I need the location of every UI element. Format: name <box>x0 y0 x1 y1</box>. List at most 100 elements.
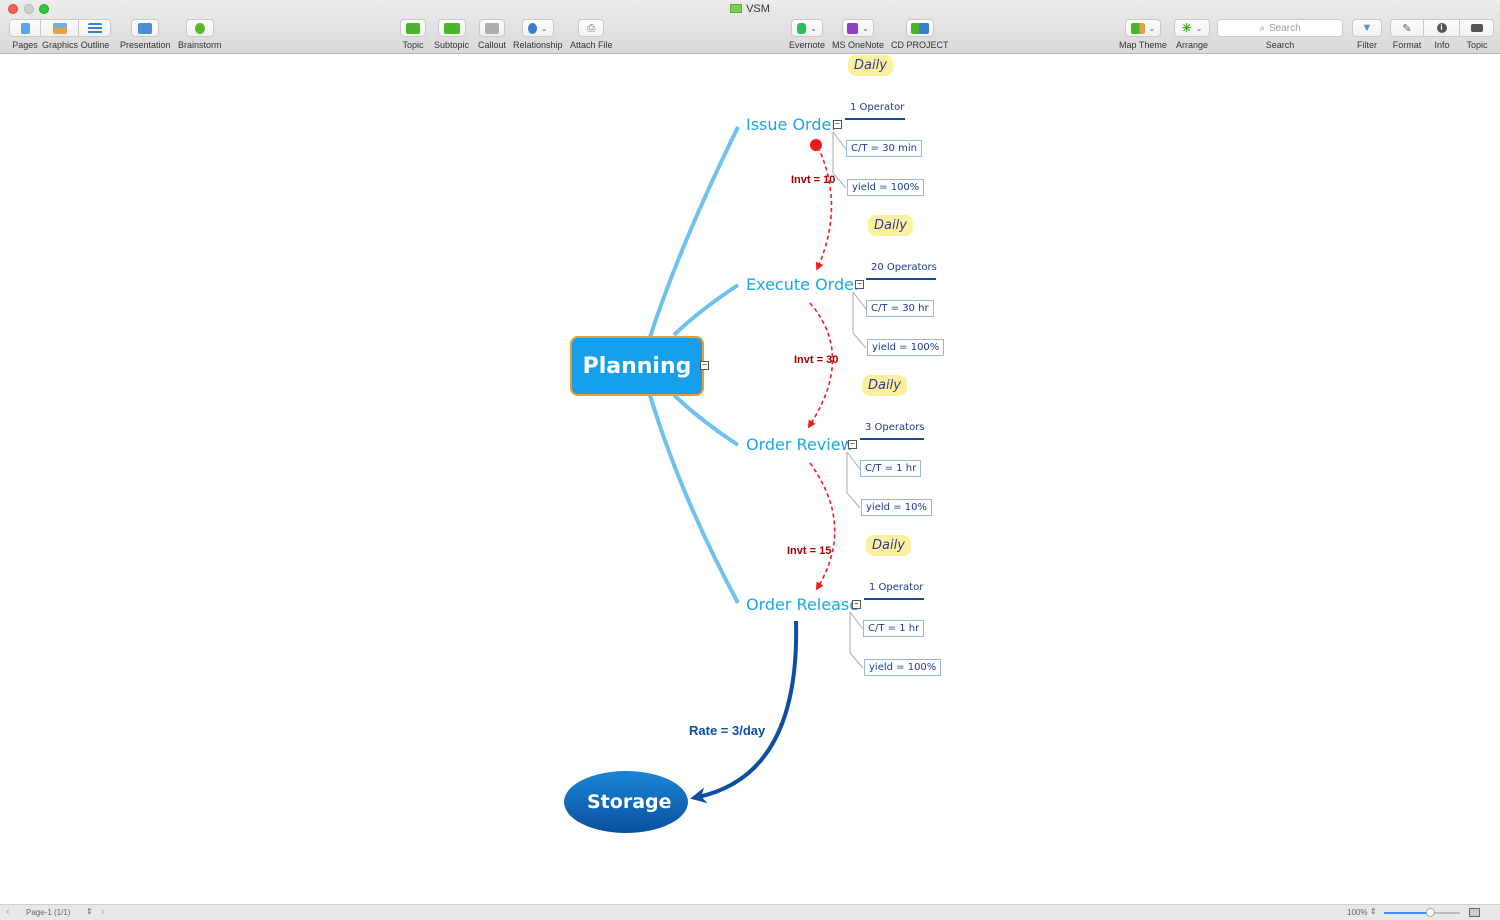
topic-tool: Topic <box>400 19 426 50</box>
page-stepper-icon[interactable]: ⇕ <box>86 907 93 916</box>
cycle-time-box[interactable]: C/T = 30 hr <box>866 300 934 317</box>
add-topic-icon <box>406 22 420 34</box>
zoom-slider[interactable] <box>1384 908 1460 917</box>
topic-panel-button[interactable] <box>1460 19 1494 37</box>
collapse-toggle[interactable]: − <box>855 280 864 289</box>
arrange-button[interactable]: ✳ ⌄ <box>1174 19 1210 37</box>
status-bar: ‹ Page-1 (1/1) ⇕ › 100% ⇕ <box>0 904 1500 920</box>
detail-connectors <box>832 131 867 669</box>
window-title: VSM <box>0 3 1500 15</box>
paperclip-icon: ⎙ <box>587 22 596 34</box>
collapse-toggle[interactable]: − <box>848 440 857 449</box>
cd-project-button[interactable] <box>905 19 934 37</box>
presentation-label: Presentation <box>120 40 171 50</box>
brainstorm-button[interactable] <box>185 19 214 37</box>
yield-box[interactable]: yield = 100% <box>864 659 942 676</box>
evernote-button[interactable]: ⌄ <box>791 19 824 37</box>
onenote-button[interactable]: ⌄ <box>842 19 875 37</box>
collapse-toggle[interactable]: − <box>852 600 861 609</box>
topic-panel-icon <box>1470 24 1483 32</box>
callout-tool: Callout <box>478 19 506 50</box>
schedule-badge[interactable]: Daily <box>868 215 913 236</box>
map-canvas[interactable]: Planning − Storage Rate = 3/day Issue Or… <box>0 55 1500 904</box>
inventory-label[interactable]: Invt = 10 <box>791 174 835 186</box>
outline-label: Outline <box>80 40 110 50</box>
evernote-icon <box>797 22 807 34</box>
add-callout-button[interactable] <box>479 19 505 37</box>
inventory-label[interactable]: Invt = 15 <box>787 545 831 557</box>
filter-icon: ▼ <box>1361 22 1373 34</box>
next-page-button[interactable]: › <box>101 906 105 918</box>
inventory-label[interactable]: Invt = 30 <box>794 354 838 366</box>
filter-button[interactable]: ▼ <box>1352 19 1382 37</box>
chevron-down-icon: ⌄ <box>810 23 817 33</box>
map-theme-icon <box>1130 22 1145 34</box>
info-button[interactable]: i <box>1424 19 1460 37</box>
attach-file-button[interactable]: ⎙ <box>578 19 605 37</box>
operators-label[interactable]: 20 Operators <box>871 262 937 273</box>
outline-button[interactable] <box>79 19 111 37</box>
presentation-button[interactable] <box>131 19 160 37</box>
central-topic-planning[interactable]: Planning <box>570 336 704 396</box>
process-topic[interactable]: Execute Order <box>746 275 861 294</box>
yield-box[interactable]: yield = 100% <box>847 179 925 196</box>
yield-box[interactable]: yield = 10% <box>861 499 932 516</box>
subtopic-tool: Subtopic <box>434 19 469 50</box>
schedule-badge[interactable]: Daily <box>862 375 907 396</box>
graphics-button[interactable] <box>41 19 79 37</box>
operators-label[interactable]: 1 Operator <box>850 102 904 113</box>
onenote-label: MS OneNote <box>832 40 885 50</box>
search-input[interactable]: ⌕ Search <box>1217 19 1343 37</box>
chevron-down-icon: ⌄ <box>1195 23 1203 33</box>
relationship-icon <box>527 22 537 34</box>
process-topic[interactable]: Order Review <box>746 435 854 454</box>
cycle-time-box[interactable]: C/T = 1 hr <box>860 460 922 477</box>
relationship-start-dot <box>810 139 822 151</box>
graphics-icon <box>52 22 67 34</box>
format-icon: ✎ <box>1402 22 1412 35</box>
relationship-button[interactable]: ⌄ <box>521 19 554 37</box>
document-icon <box>730 4 743 13</box>
collapse-toggle-central[interactable]: − <box>700 361 709 370</box>
operators-label[interactable]: 1 Operator <box>869 582 923 593</box>
operators-label[interactable]: 3 Operators <box>865 422 925 433</box>
collapse-toggle[interactable]: − <box>833 120 842 129</box>
storage-node-label[interactable]: Storage <box>587 791 672 813</box>
add-subtopic-button[interactable] <box>437 19 466 37</box>
schedule-badge[interactable]: Daily <box>848 55 893 76</box>
map-theme-button[interactable]: ⌄ <box>1124 19 1161 37</box>
inventory-arrow-1 <box>815 146 833 271</box>
process-topic[interactable]: Issue Order <box>746 115 838 134</box>
title-bar: VSM Pages Graphics Outline Presentation … <box>0 0 1500 54</box>
cycle-time-box[interactable]: C/T = 30 min <box>846 140 922 157</box>
add-topic-button[interactable] <box>400 19 426 37</box>
zoom-level[interactable]: 100% <box>1347 908 1367 917</box>
info-label: Info <box>1434 40 1450 50</box>
pages-button[interactable] <box>9 19 41 37</box>
yield-box[interactable]: yield = 100% <box>867 339 945 356</box>
cycle-time-box[interactable]: C/T = 1 hr <box>863 620 925 637</box>
search-placeholder: Search <box>1268 22 1301 34</box>
pages-label: Pages <box>12 40 38 50</box>
schedule-badge[interactable]: Daily <box>866 535 911 556</box>
zoom-slider-knob[interactable] <box>1425 908 1435 917</box>
format-button[interactable]: ✎ <box>1390 19 1424 37</box>
arrange-label: Arrange <box>1175 40 1209 50</box>
process-topic[interactable]: Order Release <box>746 595 859 614</box>
evernote-label: Evernote <box>789 40 826 50</box>
callout-label: Callout <box>478 40 507 50</box>
add-subtopic-icon <box>443 22 460 34</box>
rate-label[interactable]: Rate = 3/day <box>689 723 765 738</box>
central-topic-label: Planning <box>582 353 692 379</box>
presentation-tool: Presentation <box>120 19 171 50</box>
onenote-icon <box>847 22 859 34</box>
fit-view-icon[interactable] <box>1469 908 1480 917</box>
zoom-stepper-icon[interactable]: ⇕ <box>1370 907 1377 916</box>
map-svg <box>564 118 936 833</box>
presentation-icon <box>138 22 153 34</box>
format-label: Format <box>1392 40 1422 50</box>
window-title-text: VSM <box>746 3 770 15</box>
previous-page-button[interactable]: ‹ <box>6 906 10 918</box>
branch-line-execute-order <box>672 283 740 337</box>
relationship-label: Relationship <box>513 40 563 50</box>
